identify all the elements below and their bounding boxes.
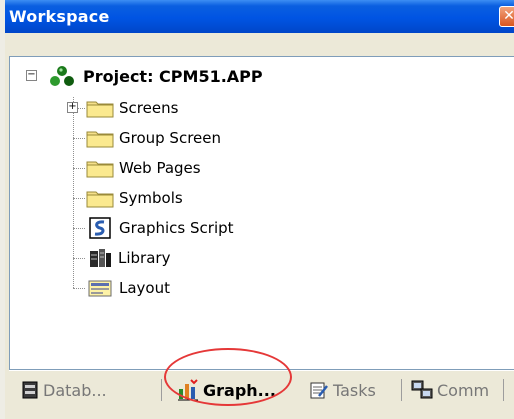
tab-label: Datab... [43,380,107,400]
tree-item-group-screen[interactable]: Group Screen [86,126,221,150]
collapse-root-toggle[interactable]: − [26,70,37,81]
title-bar[interactable]: Workspace ✕ [5,0,514,33]
comm-icon [411,380,433,399]
tree-item-layout[interactable]: Layout [87,276,170,300]
tree-line [73,168,85,169]
folder-icon [86,191,114,208]
tab-graphics[interactable]: Graph... [177,377,276,403]
project-tree: − Project: CPM51.APP + Screens Group Scr… [9,56,514,370]
folder-icon [86,101,114,118]
database-icon [22,381,38,399]
tab-label: Tasks [333,380,376,400]
expand-screens-toggle[interactable]: + [67,102,78,113]
tab-database[interactable]: Datab... [21,377,107,403]
folder-icon [86,161,114,178]
tab-divider [161,379,162,401]
tree-item-label: Layout [119,279,170,297]
tab-label: Comm [437,380,490,400]
window-title: Workspace [9,7,110,26]
tree-line [73,228,85,229]
tab-label: Graph... [203,380,276,400]
tree-item-label: Symbols [119,189,183,207]
tree-root-label: Project: CPM51.APP [83,66,263,86]
tasks-icon [310,382,328,399]
tree-root-project[interactable]: Project: CPM51.APP [47,64,263,88]
project-tree-icon [50,66,74,86]
library-icon [90,249,111,267]
tree-item-label: Graphics Script [119,219,234,237]
tree-item-screens[interactable]: Screens [86,96,178,120]
tab-divider [503,379,504,401]
tree-line [73,97,74,288]
close-button[interactable]: ✕ [499,6,514,27]
layout-icon [88,280,112,297]
tab-comm[interactable]: Comm [411,377,489,403]
tree-item-library[interactable]: Library [88,246,170,270]
tree-item-label: Group Screen [119,129,222,147]
graphics-icon [178,379,198,401]
tree-line [73,288,85,289]
tree-item-label: Library [118,249,171,267]
workspace-window: Workspace ✕ − Project: CPM51.APP + Scree… [5,0,514,419]
script-icon [89,217,111,239]
tree-item-symbols[interactable]: Symbols [86,186,183,210]
tab-tasks[interactable]: Tasks [309,377,376,403]
tree-line [73,198,85,199]
tab-divider [401,379,402,401]
close-icon: ✕ [503,8,514,24]
tree-item-label: Screens [119,99,179,117]
workspace-tabs: Datab... Graph... Tasks Comm [9,370,514,411]
tree-line [73,138,85,139]
tree-item-web-pages[interactable]: Web Pages [86,156,201,180]
tree-item-graphics-script[interactable]: Graphics Script [89,216,234,240]
tree-line [73,258,85,259]
tree-item-label: Web Pages [119,159,201,177]
folder-icon [86,131,114,148]
